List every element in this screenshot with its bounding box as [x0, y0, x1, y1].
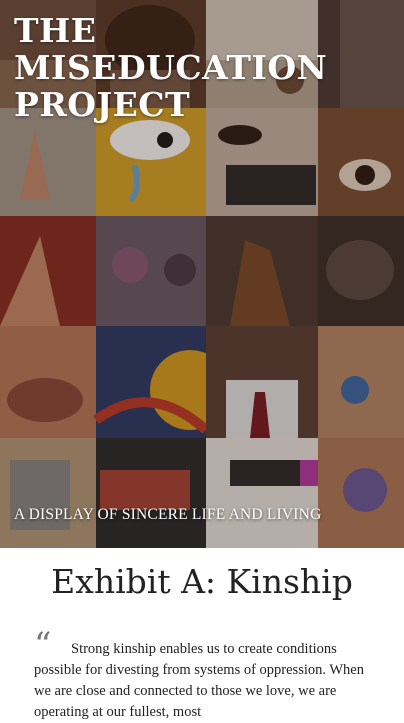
exhibit-quote: Strong kinship enables us to create cond…: [34, 641, 364, 720]
hero-title-line: PROJECT: [14, 85, 191, 124]
hero-title-line: MISEDUCATION: [14, 48, 328, 87]
hero-title-line: THE: [14, 11, 97, 50]
exhibit-title: Exhibit A: Kinship: [51, 562, 353, 601]
hero-subtitle: A DISPLAY OF SINCERE LIFE AND LIVING: [14, 506, 322, 523]
exhibit-section: Exhibit A: Kinship “ Strong kinship enab…: [0, 548, 404, 723]
hero-banner: THE MISEDUCATION PROJECT A DISPLAY OF SI…: [0, 0, 404, 548]
hero-title: THE MISEDUCATION PROJECT: [14, 11, 328, 124]
